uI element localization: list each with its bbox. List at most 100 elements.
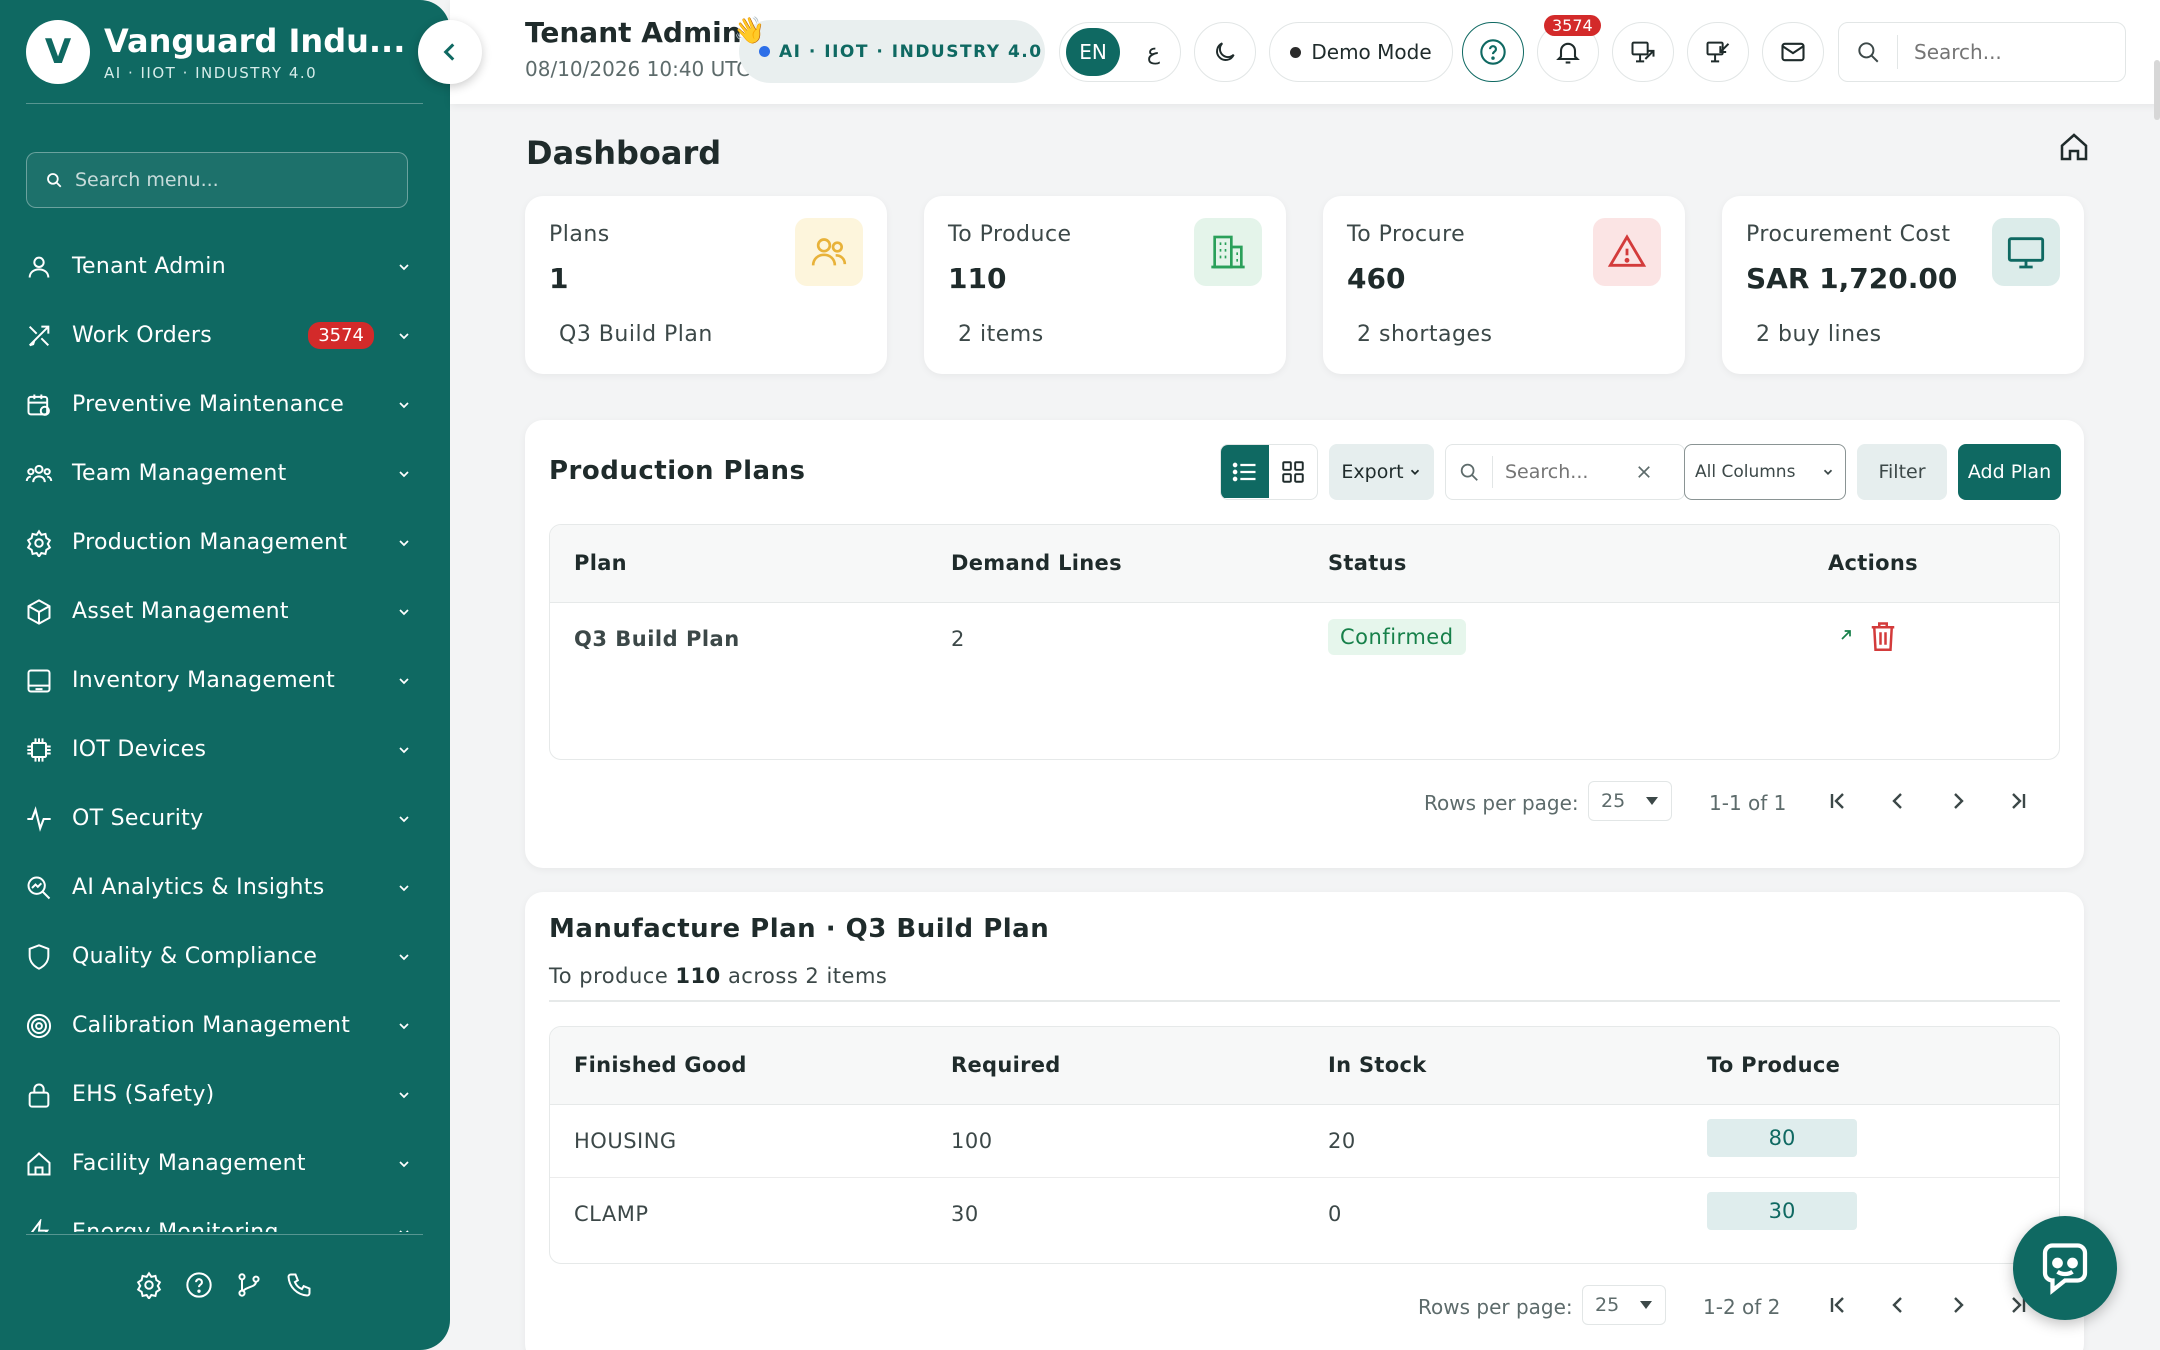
rows-per-page-select[interactable]: 25: [1588, 781, 1672, 821]
sidebar-item-ot-security[interactable]: OT Security: [0, 784, 450, 853]
export-button[interactable]: Export: [1329, 444, 1434, 500]
card-title: Production Plans: [549, 456, 806, 486]
table-row[interactable]: HOUSING 100 20 80: [550, 1105, 2059, 1178]
sidebar-item-facility-management[interactable]: Facility Management: [0, 1129, 450, 1198]
chatbot-button[interactable]: [2013, 1216, 2117, 1320]
sidebar-item-production-management[interactable]: Production Management: [0, 508, 450, 577]
filter-button[interactable]: Filter: [1857, 444, 1947, 500]
demo-mode-button[interactable]: Demo Mode: [1269, 22, 1453, 82]
sidebar-footer: [134, 1270, 314, 1300]
stat-value: SAR 1,720.00: [1746, 262, 1958, 295]
stat-card-plans: Plans 1 Q3 Build Plan: [525, 196, 887, 374]
sidebar-item-label: Quality & Compliance: [72, 944, 318, 969]
remote-session-button[interactable]: [1687, 22, 1749, 82]
language-switch[interactable]: EN ع: [1059, 22, 1181, 82]
stat-label: To Produce: [948, 222, 1072, 247]
chevron-down-icon: [396, 880, 412, 896]
sidebar-item-label: Facility Management: [72, 1151, 306, 1176]
target-icon: [22, 1009, 56, 1043]
settings-icon[interactable]: [134, 1270, 164, 1300]
sidebar-item-preventive-maintenance[interactable]: Preventive Maintenance: [0, 370, 450, 439]
sidebar-item-inventory-management[interactable]: Inventory Management: [0, 646, 450, 715]
prev-page-icon[interactable]: [1882, 785, 1914, 817]
delete-icon[interactable]: [1868, 619, 1898, 653]
column-header[interactable]: Finished Good: [574, 1053, 747, 1077]
sidebar-item-label: Inventory Management: [72, 668, 335, 693]
rows-per-page-select[interactable]: 25: [1582, 1285, 1666, 1325]
required-qty: 100: [951, 1129, 993, 1153]
columns-select[interactable]: All Columns: [1684, 444, 1846, 500]
pagination: Rows per page: 25 1-1 of 1: [525, 777, 2084, 827]
column-header[interactable]: Plan: [574, 551, 627, 575]
sidebar-item-quality-compliance[interactable]: Quality & Compliance: [0, 922, 450, 991]
user-icon: [22, 250, 56, 284]
lang-ar-button[interactable]: ع: [1147, 40, 1160, 65]
first-page-icon[interactable]: [1822, 1289, 1854, 1321]
edit-icon[interactable]: [1838, 627, 1854, 643]
help-icon[interactable]: [184, 1270, 214, 1300]
first-page-icon[interactable]: [1822, 785, 1854, 817]
table-search-input[interactable]: [1505, 461, 1635, 483]
messages-button[interactable]: [1762, 22, 1824, 82]
prev-page-icon[interactable]: [1882, 1289, 1914, 1321]
sidebar-search[interactable]: [26, 152, 408, 208]
global-search-input[interactable]: [1914, 40, 2094, 64]
sidebar-item-ai-analytics[interactable]: AI Analytics & Insights: [0, 853, 450, 922]
page-title: Dashboard: [526, 134, 722, 172]
column-header[interactable]: Status: [1328, 551, 1407, 575]
clear-icon[interactable]: [1635, 463, 1653, 481]
top-header: Tenant Admin 08/10/2026 10:40 UTC AI · I…: [450, 0, 2160, 120]
sidebar-item-label: IOT Devices: [72, 737, 207, 762]
sidebar-item-team-management[interactable]: Team Management: [0, 439, 450, 508]
sidebar-item-label: EHS (Safety): [72, 1082, 215, 1107]
table-search[interactable]: [1445, 444, 1685, 500]
sidebar-item-label: Tenant Admin: [72, 254, 226, 279]
global-search[interactable]: [1838, 22, 2126, 82]
help-button[interactable]: [1462, 22, 1524, 82]
last-page-icon[interactable]: [2002, 785, 2034, 817]
sidebar-item-label: Energy Monitoring: [72, 1220, 396, 1232]
remote-connect-button[interactable]: [1612, 22, 1674, 82]
column-header[interactable]: In Stock: [1328, 1053, 1426, 1077]
add-plan-button[interactable]: Add Plan: [1958, 444, 2061, 500]
next-page-icon[interactable]: [1942, 785, 1974, 817]
phone-icon[interactable]: [284, 1270, 314, 1300]
monitor-icon: [1992, 218, 2060, 286]
lang-en-button[interactable]: EN: [1066, 28, 1120, 76]
sidebar-item-ehs-safety[interactable]: EHS (Safety): [0, 1060, 450, 1129]
table-row[interactable]: CLAMP 30 0 30: [550, 1178, 2059, 1251]
ai-tag-label: AI · IIOT · INDUSTRY 4.0: [779, 41, 1043, 62]
git-branch-icon[interactable]: [234, 1270, 264, 1300]
notifications-button[interactable]: 3574: [1537, 15, 1601, 82]
chevron-down-icon: [396, 466, 412, 482]
next-page-icon[interactable]: [1942, 1289, 1974, 1321]
table-row[interactable]: Q3 Build Plan 2 Confirmed: [550, 603, 2059, 676]
column-header[interactable]: To Produce: [1707, 1053, 1840, 1077]
plan-name[interactable]: Q3 Build Plan: [574, 627, 740, 651]
sidebar-search-input[interactable]: [75, 169, 375, 191]
list-view-button[interactable]: [1221, 445, 1269, 498]
sidebar-item-tenant-admin[interactable]: Tenant Admin: [0, 232, 450, 301]
sidebar-item-calibration-management[interactable]: Calibration Management: [0, 991, 450, 1060]
theme-toggle[interactable]: [1194, 22, 1256, 82]
home-icon[interactable]: [2058, 131, 2090, 163]
sidebar-item-iot-devices[interactable]: IOT Devices: [0, 715, 450, 784]
sidebar-item-energy-monitoring[interactable]: Energy Monitoring: [0, 1198, 450, 1232]
column-header[interactable]: Required: [951, 1053, 1061, 1077]
tools-icon: [22, 319, 56, 353]
brand[interactable]: V Vanguard Indu... AI · IIOT · INDUSTRY …: [26, 20, 405, 84]
chip-icon: [22, 733, 56, 767]
sidebar-item-asset-management[interactable]: Asset Management: [0, 577, 450, 646]
status-dot: [759, 46, 770, 57]
count-badge: 3574: [308, 322, 374, 349]
stat-subtext: 2 items: [958, 322, 1044, 347]
scrollbar[interactable]: [2154, 60, 2160, 120]
sidebar-item-work-orders[interactable]: Work Orders 3574: [0, 301, 450, 370]
divider: [1492, 456, 1493, 488]
manufacture-plan-card: Manufacture Plan · Q3 Build Plan To prod…: [525, 892, 2084, 1350]
sidebar-collapse-button[interactable]: [418, 20, 482, 84]
search-icon: [45, 171, 63, 189]
sidebar: V Vanguard Indu... AI · IIOT · INDUSTRY …: [0, 0, 450, 1350]
column-header[interactable]: Demand Lines: [951, 551, 1122, 575]
grid-view-button[interactable]: [1269, 445, 1317, 498]
